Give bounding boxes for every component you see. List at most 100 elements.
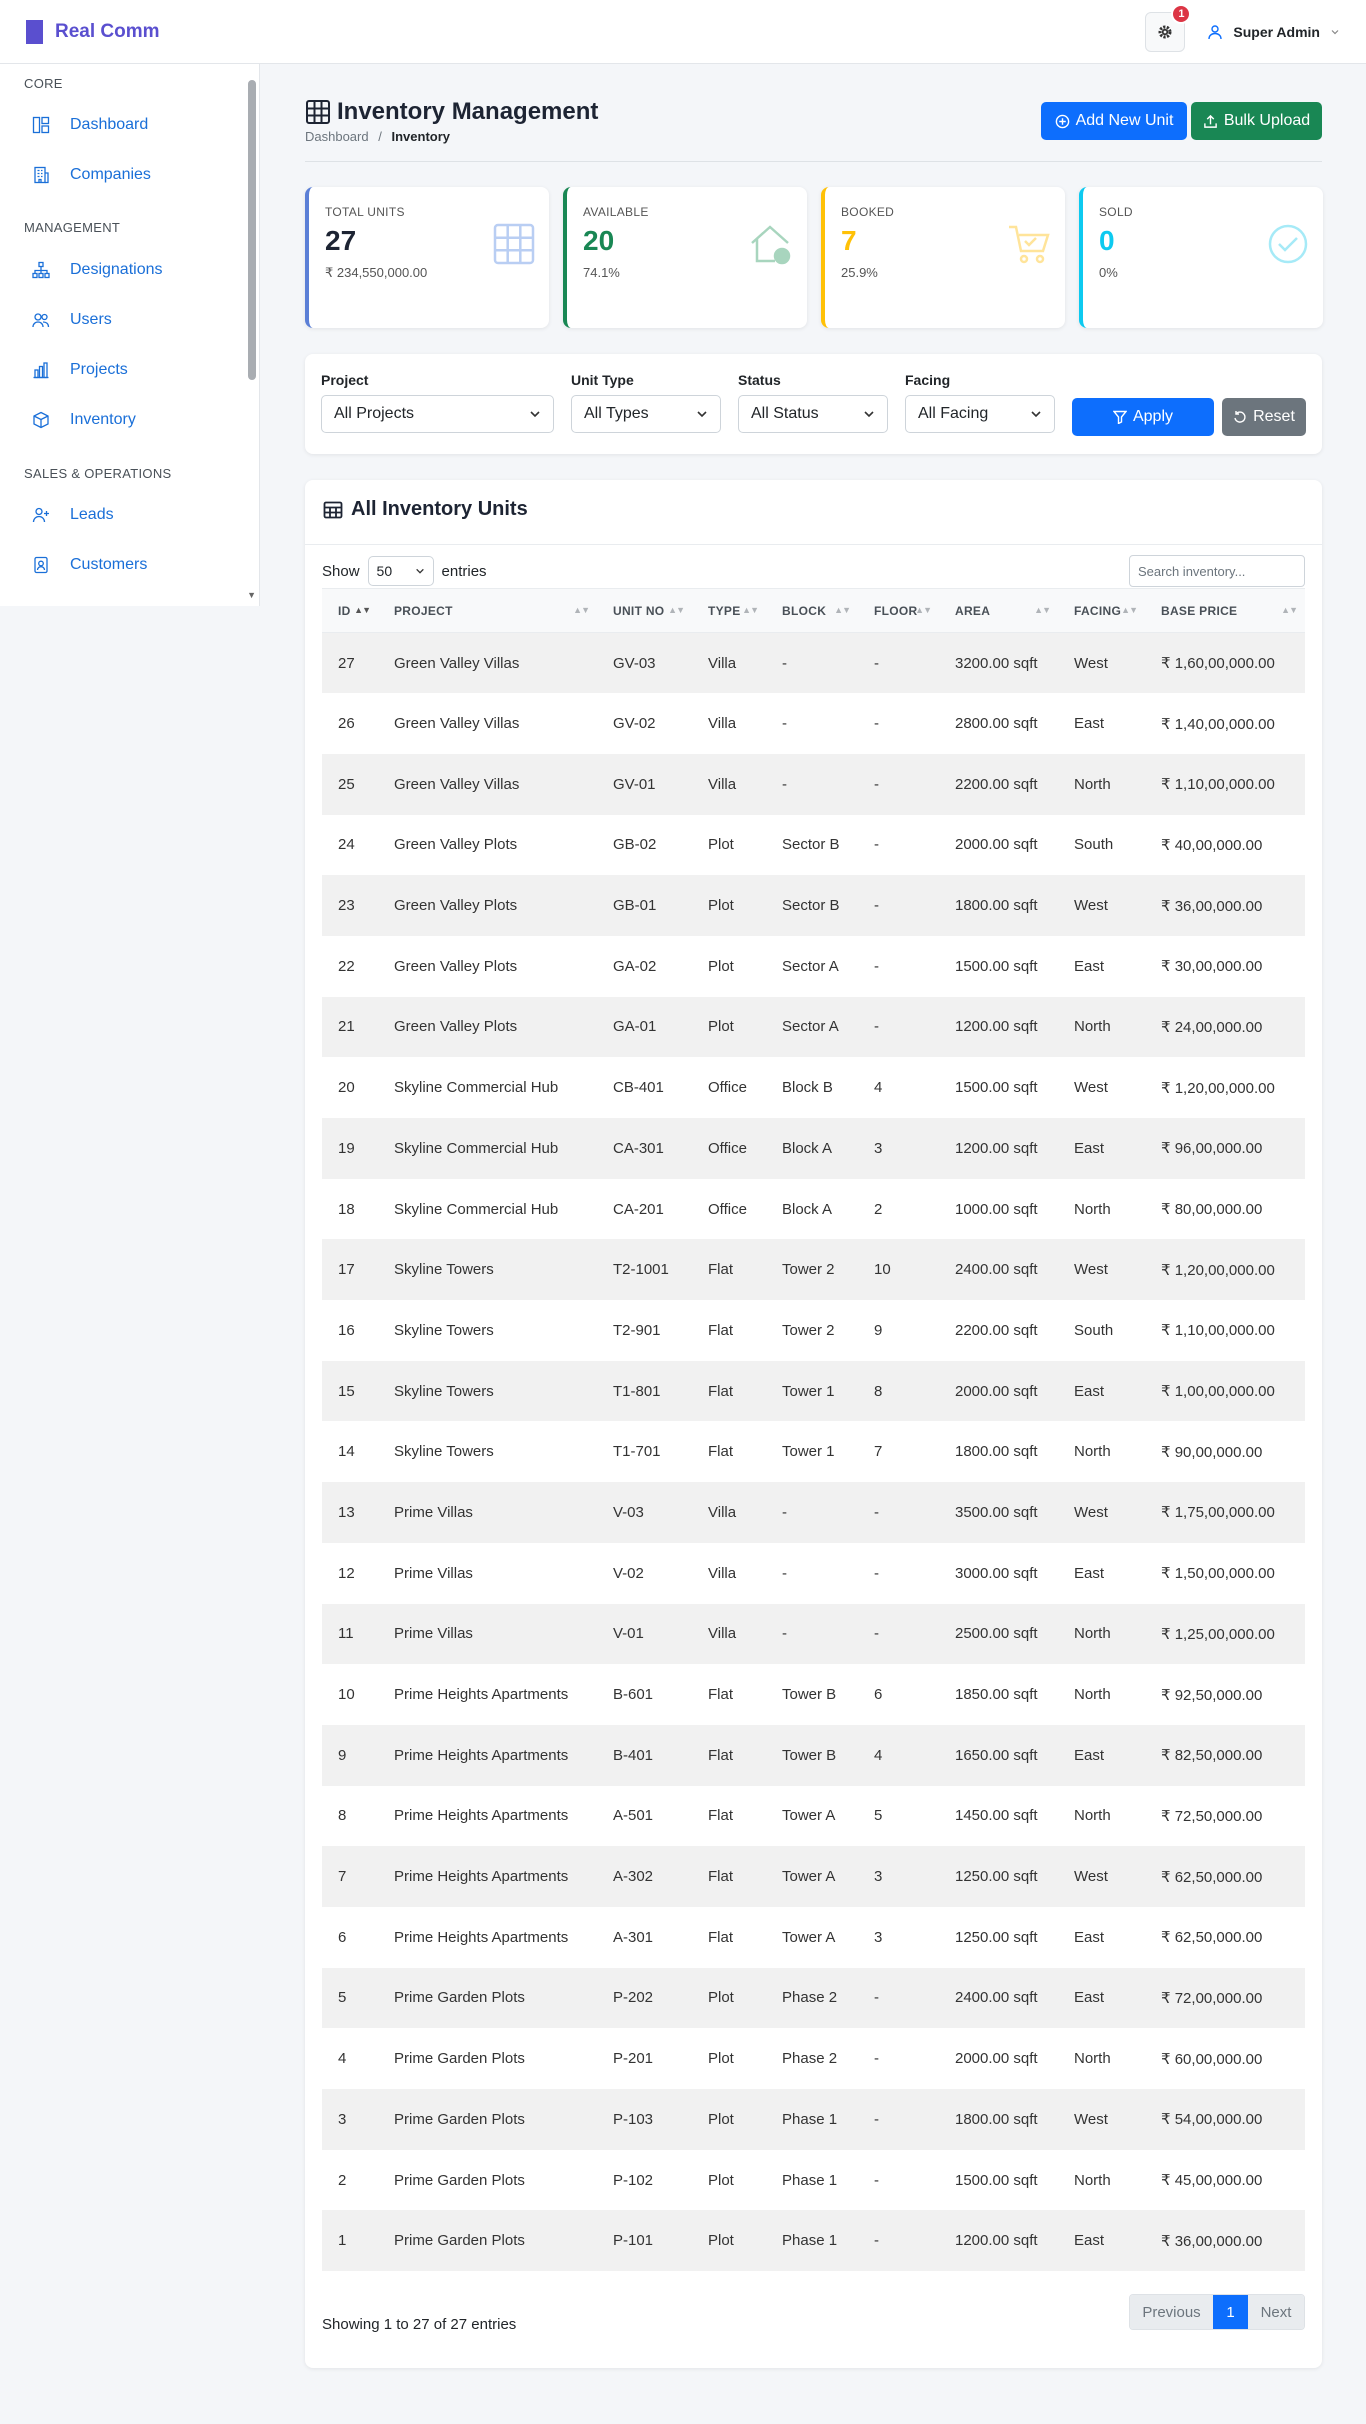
sidebar-item-dashboard[interactable]: Dashboard [0, 110, 248, 140]
stat-card-sold: SOLD 0 0% [1079, 187, 1323, 328]
breadcrumb-home[interactable]: Dashboard [305, 129, 369, 144]
column-header-project[interactable]: PROJECT ▲▼ [378, 588, 597, 633]
table-cell: 1250.00 sqft [955, 1928, 1038, 1946]
table-row[interactable]: 14 Skyline Towers T1-701 Flat Tower 1 7 1800.0… [322, 1421, 1305, 1482]
table-cell: - [782, 775, 787, 793]
status-select[interactable]: All Status [738, 395, 888, 433]
entries-select[interactable]: 50 [367, 556, 434, 586]
table-cell: - [874, 1989, 879, 2007]
add-new-unit-button[interactable]: Add New Unit [1041, 102, 1187, 140]
column-header-type[interactable]: TYPE ▲▼ [692, 588, 766, 633]
table-cell: East [1074, 1928, 1105, 1946]
sidebar-item-leads[interactable]: Leads [0, 500, 248, 530]
table-row[interactable]: 16 Skyline Towers T2-901 Flat Tower 2 9 2200.0… [322, 1300, 1305, 1361]
table-row[interactable]: 25 Green Valley Villas GV-01 Villa - - 2200.00… [322, 753, 1305, 815]
table-row[interactable]: 17 Skyline Towers T2-1001 Flat Tower 2 10 2400… [322, 1239, 1305, 1301]
table-cell: Tower 1 [782, 1443, 835, 1461]
table-row[interactable]: 24 Green Valley Plots GB-02 Plot Sector B - 20… [322, 815, 1305, 876]
pagination-next[interactable]: Next [1248, 2295, 1304, 2329]
column-header-base-price[interactable]: BASE PRICE ▲▼ [1145, 588, 1305, 633]
table-cell: ₹ 1,50,00,000.00 [1161, 1565, 1275, 1583]
table-cell: 2000.00 sqft [955, 1382, 1038, 1400]
column-header-unit-no[interactable]: UNIT NO ▲▼ [597, 588, 692, 633]
table-cell: ₹ 1,20,00,000.00 [1161, 1261, 1275, 1279]
table-cell: ₹ 30,00,000.00 [1161, 958, 1263, 976]
settings-button[interactable]: 1 [1145, 3, 1192, 52]
table-row[interactable]: 10 Prime Heights Apartments B-601 Flat Tower… [322, 1664, 1305, 1725]
table-cell: 19 [338, 1139, 355, 1157]
filter-unit-type: Unit Type All Types [571, 372, 721, 433]
pagination: Previous 1 Next [1129, 2294, 1305, 2330]
stat-card-total-units: TOTAL UNITS 27 ₹ 234,550,000.00 [305, 187, 549, 328]
table-row[interactable]: 18 Skyline Commercial Hub CA-201 Office Bloc… [322, 1179, 1305, 1240]
column-header-id[interactable]: ID ▲▼ [322, 588, 378, 633]
column-header-area[interactable]: AREA ▲▼ [939, 588, 1058, 633]
apply-button[interactable]: Apply [1072, 398, 1214, 436]
scroll-down-arrow-icon[interactable]: ▼ [247, 590, 256, 600]
table-row[interactable]: 13 Prime Villas V-03 Villa - - 3500.00 sqft Wes… [322, 1482, 1305, 1543]
table-cell: 14 [338, 1443, 355, 1461]
column-header-block[interactable]: BLOCK ▲▼ [766, 588, 858, 633]
table-row[interactable]: 27 Green Valley Villas GV-03 Villa - - 3200.00… [322, 632, 1305, 694]
table-row[interactable]: 1 Prime Garden Plots P-101 Plot Phase 1 - 1200… [322, 2210, 1305, 2272]
sidebar-item-companies[interactable]: Companies [0, 160, 248, 190]
table-cell: Green Valley Villas [394, 654, 520, 672]
table-row[interactable]: 5 Prime Garden Plots P-202 Plot Phase 2 - 2400… [322, 1967, 1305, 2029]
table-row[interactable]: 26 Green Valley Villas GV-02 Villa - - 2800.00… [322, 693, 1305, 754]
table-cell: T2-1001 [613, 1261, 669, 1279]
bulk-upload-button[interactable]: Bulk Upload [1191, 102, 1322, 140]
table-row[interactable]: 20 Skyline Commercial Hub CB-401 Office Bloc… [322, 1057, 1305, 1118]
table-cell: ₹ 1,00,00,000.00 [1161, 1383, 1275, 1401]
pagination-previous[interactable]: Previous [1130, 2295, 1213, 2329]
table-cell: 17 [338, 1261, 355, 1279]
table-row[interactable]: 22 Green Valley Plots GA-02 Plot Sector A - 15… [322, 936, 1305, 997]
sidebar-scrollbar[interactable] [248, 80, 256, 380]
stat-card-available: AVAILABLE 20 74.1% [563, 187, 807, 328]
table-cell: 10 [874, 1261, 891, 1279]
sidebar-item-users[interactable]: Users [0, 305, 248, 335]
table-row[interactable]: 19 Skyline Commercial Hub CA-301 Office Bloc… [322, 1118, 1305, 1179]
table-cell: 1200.00 sqft [955, 1139, 1038, 1157]
project-select[interactable]: All Projects [321, 395, 554, 433]
column-header-floor[interactable]: FLOOR ▲▼ [858, 588, 939, 633]
table-cell: Skyline Towers [394, 1321, 494, 1339]
table-row[interactable]: 2 Prime Garden Plots P-102 Plot Phase 1 - 1500… [322, 2150, 1305, 2211]
pagination-page-1[interactable]: 1 [1213, 2295, 1248, 2329]
table-row[interactable]: 6 Prime Heights Apartments A-301 Flat Tower … [322, 1907, 1305, 1968]
table-row[interactable]: 21 Green Valley Plots GA-01 Plot Sector A - 12… [322, 996, 1305, 1058]
table-cell: - [782, 1503, 787, 1521]
table-cell: Prime Garden Plots [394, 2110, 525, 2128]
table-cell: ₹ 82,50,000.00 [1161, 1747, 1263, 1765]
table-cell: ₹ 92,50,000.00 [1161, 1686, 1263, 1704]
sidebar-item-inventory[interactable]: Inventory [0, 405, 248, 435]
table-cell: 8 [874, 1382, 883, 1400]
unit-type-select[interactable]: All Types [571, 395, 721, 433]
table-cell: - [874, 1018, 879, 1036]
table-cell: Prime Heights Apartments [394, 1686, 569, 1704]
sidebar-item-designations[interactable]: Designations [0, 255, 248, 285]
table-row[interactable]: 15 Skyline Towers T1-801 Flat Tower 1 8 2000.0… [322, 1360, 1305, 1422]
search-input[interactable]: Search inventory... [1129, 555, 1305, 587]
table-row[interactable]: 4 Prime Garden Plots P-201 Plot Phase 2 - 2000… [322, 2028, 1305, 2089]
notification-badge: 1 [1171, 3, 1192, 24]
table-cell: East [1074, 2232, 1105, 2250]
table-cell: Plot [708, 2171, 734, 2189]
table-row[interactable]: 23 Green Valley Plots GB-01 Plot Sector B - 18… [322, 875, 1305, 936]
reset-button[interactable]: Reset [1222, 398, 1306, 436]
table-row[interactable]: 9 Prime Heights Apartments B-401 Flat Tower … [322, 1724, 1305, 1786]
table-cell: Tower A [782, 1807, 836, 1825]
facing-select[interactable]: All Facing [905, 395, 1055, 433]
user-menu[interactable]: Super Admin [1207, 24, 1340, 40]
table-cell: Green Valley Plots [394, 1018, 518, 1036]
table-row[interactable]: 12 Prime Villas V-02 Villa - - 3000.00 sqft Eas… [322, 1543, 1305, 1604]
table-cell: 11 [338, 1625, 354, 1643]
table-row[interactable]: 11 Prime Villas V-01 Villa - - 2500.00 sqft Nor… [322, 1603, 1305, 1665]
table-row[interactable]: 3 Prime Garden Plots P-103 Plot Phase 1 - 1800… [322, 2089, 1305, 2150]
sidebar-item-projects[interactable]: Projects [0, 355, 248, 385]
brand[interactable]: Real Comm [26, 19, 160, 44]
table-cell: South [1074, 1321, 1114, 1339]
column-header-facing[interactable]: FACING ▲▼ [1058, 588, 1145, 633]
table-row[interactable]: 8 Prime Heights Apartments A-501 Flat Tower … [322, 1786, 1305, 1847]
sidebar-item-customers[interactable]: Customers [0, 550, 248, 580]
table-row[interactable]: 7 Prime Heights Apartments A-302 Flat Tower … [322, 1846, 1305, 1907]
